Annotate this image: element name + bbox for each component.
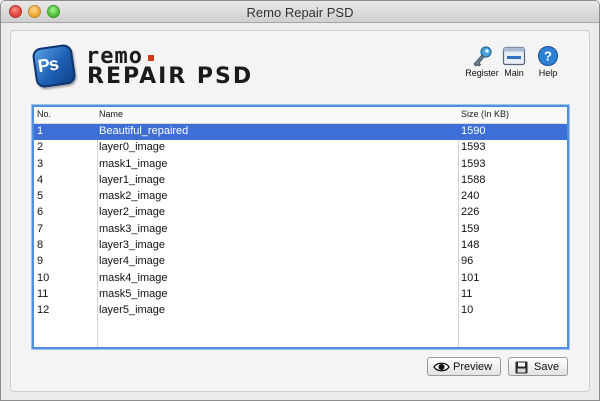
help-icon: ? <box>528 45 568 67</box>
table-row[interactable]: 3 mask1_image 1593 <box>34 157 567 173</box>
table-body: 1 Beautiful_repaired 1590 2 layer0_image 1593… <box>34 124 567 320</box>
table-header: No. Name Size (In KB) <box>34 107 567 124</box>
row-number-cell: 12 <box>37 304 50 317</box>
file-name-cell: layer0_image <box>99 141 166 154</box>
table-row[interactable]: 7 mask3_image 159 <box>34 222 567 238</box>
file-name-cell: layer3_image <box>99 239 166 252</box>
table-row[interactable]: 12 layer5_image 10 <box>34 303 567 319</box>
file-name-cell: layer2_image <box>99 206 166 219</box>
brand-accent-dot <box>148 55 154 61</box>
file-size-cell: 226 <box>461 206 480 219</box>
photoshop-logo-icon: Ps <box>31 43 77 89</box>
file-name-cell: Beautiful_repaired <box>99 125 189 137</box>
row-number-cell: 2 <box>37 141 44 154</box>
row-number-cell: 8 <box>37 239 44 252</box>
header-size[interactable]: Size (In KB) <box>461 109 509 119</box>
title-bar[interactable]: Remo Repair PSD <box>1 1 599 23</box>
row-number-cell: 10 <box>37 271 50 284</box>
file-size-cell: 1593 <box>461 141 486 154</box>
save-label: Save <box>534 361 560 373</box>
table-row[interactable]: 2 layer0_image 1593 <box>34 140 567 156</box>
row-number-cell: 7 <box>37 222 44 235</box>
file-size-cell: 96 <box>461 255 474 268</box>
app-window: Remo Repair PSD Ps remo REPAIR PSD Regis… <box>0 0 600 401</box>
window-title: Remo Repair PSD <box>246 5 354 20</box>
help-button[interactable]: ? Help <box>528 45 568 81</box>
table-row[interactable]: 6 layer2_image 226 <box>34 205 567 221</box>
row-number-cell: 4 <box>37 173 44 186</box>
svg-text:?: ? <box>544 49 552 64</box>
eye-icon <box>433 361 450 376</box>
help-label: Help <box>538 68 558 78</box>
file-name-cell: layer1_image <box>99 173 166 186</box>
floppy-disk-icon <box>515 361 528 377</box>
table-row[interactable]: 8 layer3_image 148 <box>34 238 567 254</box>
file-name-cell: layer5_image <box>99 304 166 317</box>
file-list-table[interactable]: No. Name Size (In KB) 1 Beautiful_repaire… <box>32 105 569 349</box>
table-row[interactable]: 10 mask4_image 101 <box>34 271 567 287</box>
save-button[interactable]: Save <box>508 357 568 376</box>
file-name-cell: mask1_image <box>99 157 168 170</box>
file-name-cell: layer4_image <box>99 255 166 268</box>
row-number-cell: 11 <box>37 287 49 300</box>
file-name-cell: mask4_image <box>99 271 168 284</box>
row-number-cell: 1 <box>37 125 44 137</box>
file-size-cell: 101 <box>461 271 480 284</box>
table-row[interactable]: 1 Beautiful_repaired 1590 <box>34 124 567 141</box>
file-name-cell: mask3_image <box>99 222 168 235</box>
row-number-cell: 9 <box>37 255 44 268</box>
table-row[interactable]: 9 layer4_image 96 <box>34 254 567 270</box>
row-number-cell: 3 <box>37 157 44 170</box>
preview-button[interactable]: Preview <box>427 357 501 376</box>
file-size-cell: 1588 <box>461 173 486 186</box>
row-number-cell: 5 <box>37 190 44 203</box>
header-no[interactable]: No. <box>37 109 51 119</box>
file-size-cell: 240 <box>461 190 480 203</box>
file-size-cell: 10 <box>461 304 474 317</box>
file-size-cell: 1593 <box>461 157 486 170</box>
photoshop-logo-text: Ps <box>36 53 60 77</box>
file-size-cell: 1590 <box>461 125 486 137</box>
table-row[interactable]: 11 mask5_image 11 <box>34 287 567 303</box>
file-name-cell: mask5_image <box>99 287 168 300</box>
file-size-cell: 11 <box>461 287 473 300</box>
file-size-cell: 148 <box>461 239 480 252</box>
brand-product-text: REPAIR PSD <box>87 64 254 89</box>
file-size-cell: 159 <box>461 222 480 235</box>
header-name[interactable]: Name <box>99 109 123 119</box>
row-number-cell: 6 <box>37 206 44 219</box>
file-name-cell: mask2_image <box>99 190 168 203</box>
table-row[interactable]: 4 layer1_image 1588 <box>34 173 567 189</box>
table-row[interactable]: 5 mask2_image 240 <box>34 189 567 205</box>
preview-label: Preview <box>453 361 493 373</box>
